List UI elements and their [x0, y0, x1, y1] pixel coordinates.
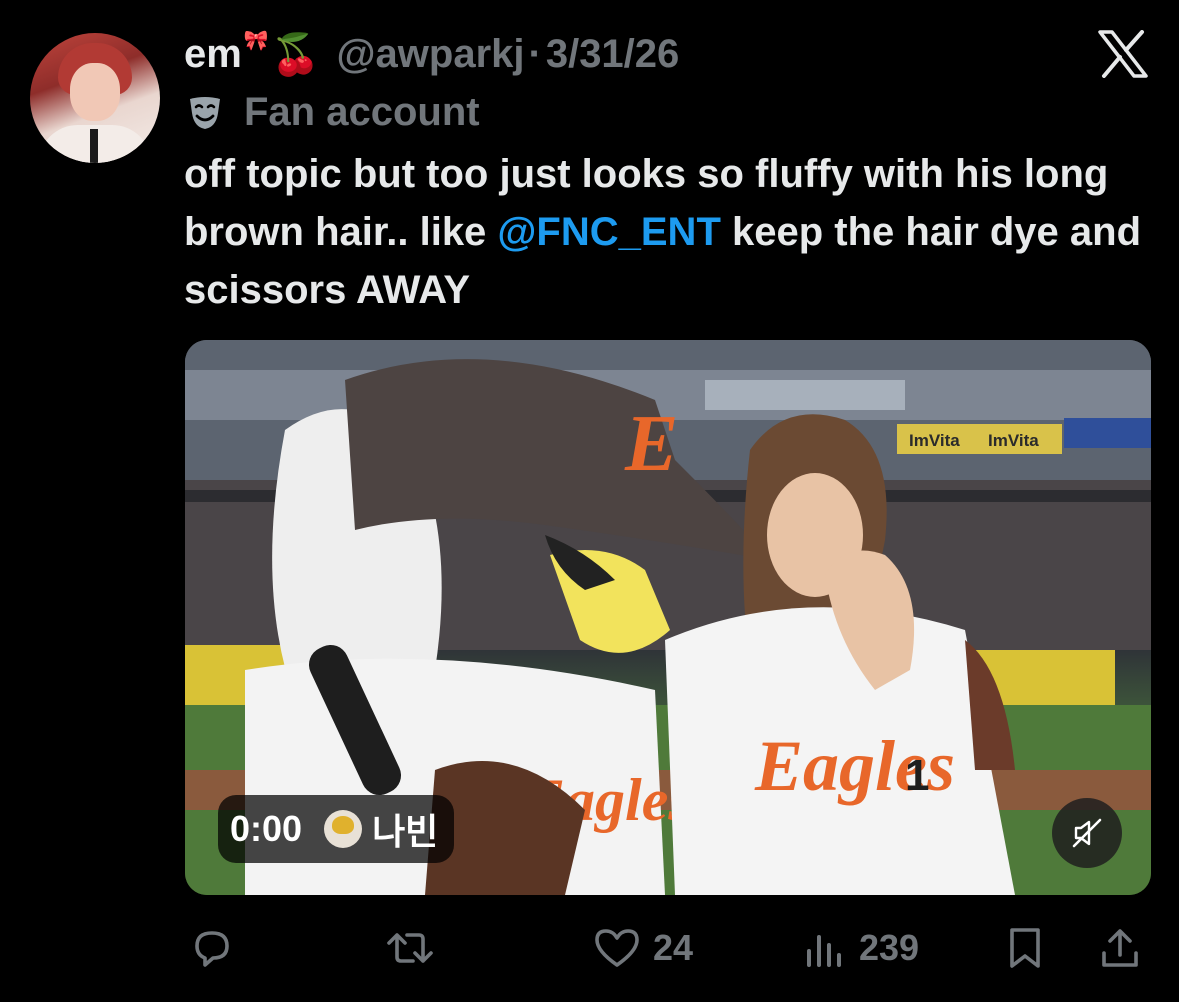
video-elapsed-time: 0:00 [230, 808, 303, 849]
bookmark-button[interactable] [1003, 918, 1047, 978]
bookmark-icon [1010, 928, 1040, 968]
avatar-face [70, 63, 120, 121]
repost-icon [387, 933, 433, 963]
like-count: 24 [653, 927, 694, 968]
author-display-name[interactable]: em [184, 32, 242, 77]
bow-emoji: 🎀 [243, 29, 269, 52]
like-button[interactable]: 24 [593, 918, 693, 978]
views-count: 239 [859, 927, 920, 968]
tweet-actions: 24 239 [185, 918, 1145, 978]
mute-button[interactable] [1052, 798, 1122, 868]
tweet-header: em 🎀 🍒 @awparkj · 3/31/26 [184, 26, 679, 82]
stadium-box [705, 380, 905, 410]
fan-account-label: Fan account [244, 89, 480, 134]
cap-logo: E [624, 400, 678, 488]
tweet-date[interactable]: 3/31/26 [546, 32, 679, 77]
video-source-avatar [324, 810, 363, 848]
cherry-emoji: 🍒 [270, 32, 321, 77]
reply-button[interactable] [189, 918, 235, 978]
author-handle[interactable]: @awparkj [337, 32, 525, 77]
tweet-text: off topic but too just looks so fluffy w… [184, 145, 1144, 319]
views-button[interactable]: 239 [801, 918, 919, 978]
video-timestamp-pill: 0:00 나빈 [218, 795, 455, 863]
repost-button[interactable] [385, 918, 435, 978]
person-jersey-number: 1 [905, 751, 929, 800]
mention-link[interactable]: @FNC_ENT [497, 210, 720, 254]
author-avatar[interactable] [30, 33, 160, 163]
views-chart-icon [807, 935, 841, 967]
x-logo-icon[interactable] [1097, 30, 1149, 78]
ad-banner-text-1: ImVita [909, 431, 960, 450]
separator-dot: · [528, 31, 542, 76]
share-button[interactable] [1097, 918, 1143, 978]
heart-icon [595, 929, 639, 967]
ad-banner-blue [1064, 418, 1151, 448]
avatar-tie [90, 129, 98, 163]
speaker-muted-icon [1072, 818, 1102, 848]
ad-banner-text-2: ImVita [988, 431, 1039, 450]
account-label: Fan account [186, 88, 480, 136]
video-source-name: 나빈 [372, 811, 439, 852]
performing-arts-mask-icon [190, 97, 220, 129]
reply-icon [195, 931, 229, 967]
share-icon [1102, 929, 1138, 967]
